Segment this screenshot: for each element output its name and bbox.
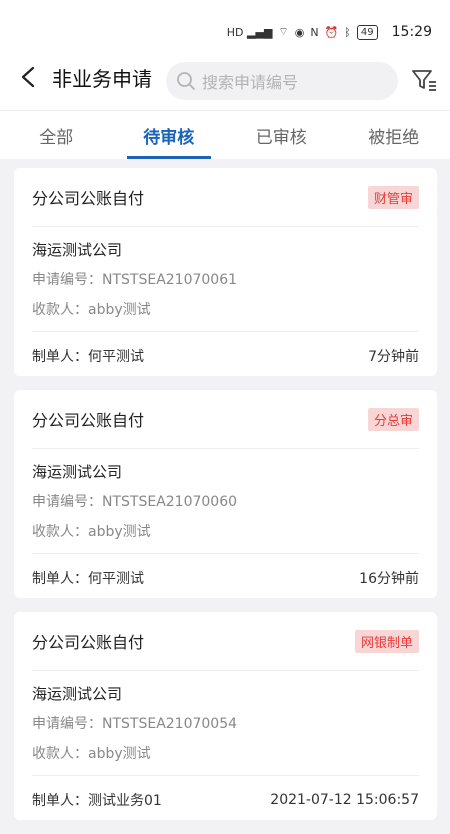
created-time: 7分钟前 [368,346,419,366]
created-time: 2021-07-12 15:06:57 [270,792,419,808]
search-input[interactable]: 搜索申请编号 [166,62,398,100]
chevron-left-icon [20,66,36,88]
wifi-icon: ⌔ [278,25,288,39]
weibo-icon: ◉ [295,26,305,39]
search-icon [176,71,196,91]
filter-icon [410,66,438,94]
creator: 制单人：何平测试 [32,568,144,588]
apply-number: 申请编号：NTSTSEA21070054 [32,709,419,739]
card-header: 分公司公账自付 分总审 [32,390,419,449]
card-title: 分公司公账自付 [32,185,144,209]
alarm-icon: ⏰ [325,26,339,39]
application-card[interactable]: 分公司公账自付 财管审 海运测试公司 申请编号：NTSTSEA21070061 … [14,168,437,376]
status-badge: 网银制单 [355,630,419,653]
payee: 收款人：abby测试 [32,295,419,325]
tab-all[interactable]: 全部 [0,111,113,159]
card-header: 分公司公账自付 网银制单 [32,612,419,671]
card-body: 海运测试公司 申请编号：NTSTSEA21070061 收款人：abby测试 [32,227,419,332]
company-name: 海运测试公司 [32,457,419,487]
card-title: 分公司公账自付 [32,629,144,653]
tab-bar: 全部 待审核 已审核 被拒绝 [0,110,450,159]
card-title: 分公司公账自付 [32,407,144,431]
creator: 制单人：测试业务01 [32,790,162,810]
search-placeholder: 搜索申请编号 [202,69,298,93]
card-body: 海运测试公司 申请编号：NTSTSEA21070060 收款人：abby测试 [32,449,419,554]
card-footer: 制单人：测试业务01 2021-07-12 15:06:57 [32,776,419,820]
page-title: 非业务申请 [52,63,152,92]
nfc-icon: N [310,26,318,39]
tab-pending[interactable]: 待审核 [113,111,226,159]
payee: 收款人：abby测试 [32,517,419,547]
battery-icon: 49 [357,25,378,40]
card-body: 海运测试公司 申请编号：NTSTSEA21070054 收款人：abby测试 [32,671,419,776]
payee: 收款人：abby测试 [32,739,419,769]
apply-number: 申请编号：NTSTSEA21070061 [32,265,419,295]
app-header: 非业务申请 搜索申请编号 [0,44,450,110]
card-header: 分公司公账自付 财管审 [32,168,419,227]
creator: 制单人：何平测试 [32,346,144,366]
status-badge: 财管审 [368,186,419,209]
application-list: 分公司公账自付 财管审 海运测试公司 申请编号：NTSTSEA21070061 … [14,168,437,834]
status-icons: HD ▂▄▆ ⌔ ◉ N ⏰ ᛒ 49 [227,25,378,40]
tab-rejected[interactable]: 被拒绝 [338,111,450,159]
card-footer: 制单人：何平测试 7分钟前 [32,332,419,376]
application-card[interactable]: 分公司公账自付 网银制单 海运测试公司 申请编号：NTSTSEA21070054… [14,612,437,820]
application-card[interactable]: 分公司公账自付 分总审 海运测试公司 申请编号：NTSTSEA21070060 … [14,390,437,598]
filter-button[interactable] [410,66,438,94]
company-name: 海运测试公司 [32,679,419,709]
created-time: 16分钟前 [359,568,419,588]
company-name: 海运测试公司 [32,235,419,265]
status-time: 15:29 [392,24,432,40]
signal-icon: HD ▂▄▆ [227,26,273,39]
apply-number: 申请编号：NTSTSEA21070060 [32,487,419,517]
card-footer: 制单人：何平测试 16分钟前 [32,554,419,598]
back-button[interactable] [8,57,48,97]
status-badge: 分总审 [368,408,419,431]
bluetooth-icon: ᛒ [344,26,351,39]
tab-reviewed[interactable]: 已审核 [225,111,338,159]
